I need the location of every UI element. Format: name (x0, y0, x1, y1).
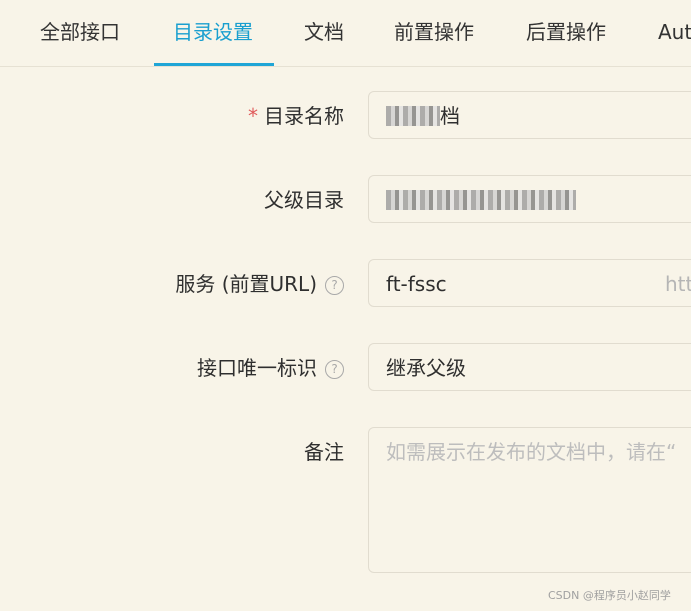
directory-name-value: 档 (386, 102, 460, 130)
service-value: ft-fssc (386, 272, 447, 296)
tab-pre-operations[interactable]: 前置操作 (394, 18, 474, 46)
service-select[interactable]: ft-fssc htt (368, 259, 691, 307)
api-unique-id-label: 接口唯一标识? (197, 354, 344, 382)
tab-bar: 全部接口 目录设置 文档 前置操作 后置操作 Aut (0, 0, 691, 67)
parent-directory-value (386, 186, 576, 214)
tab-directory-settings[interactable]: 目录设置 (173, 18, 253, 46)
help-icon[interactable]: ? (325, 360, 344, 379)
required-mark: * (248, 104, 258, 128)
blurred-text (386, 190, 576, 210)
service-label: 服务 (前置URL)? (175, 270, 344, 298)
tab-auth[interactable]: Aut (658, 18, 691, 46)
help-icon[interactable]: ? (325, 276, 344, 295)
directory-name-input[interactable]: 档 (368, 91, 691, 139)
parent-directory-select[interactable] (368, 175, 691, 223)
blurred-text (386, 106, 440, 126)
tab-docs[interactable]: 文档 (304, 18, 344, 46)
remark-textarea[interactable]: 如需展示在发布的文档中，请在“ (368, 427, 691, 573)
service-url-preview: htt (665, 272, 691, 296)
parent-directory-label: 父级目录 (264, 188, 344, 212)
footer-watermark: CSDN @程序员小赵同学 (548, 589, 671, 602)
remark-placeholder: 如需展示在发布的文档中，请在“ (386, 440, 677, 464)
remark-label: 备注 (304, 440, 344, 464)
api-unique-id-select[interactable]: 继承父级 (368, 343, 691, 391)
tab-post-operations[interactable]: 后置操作 (526, 18, 606, 46)
tab-all-apis[interactable]: 全部接口 (40, 18, 120, 46)
api-unique-id-value: 继承父级 (386, 356, 466, 380)
active-tab-indicator (154, 63, 274, 66)
directory-name-label: * 目录名称 (248, 104, 344, 128)
